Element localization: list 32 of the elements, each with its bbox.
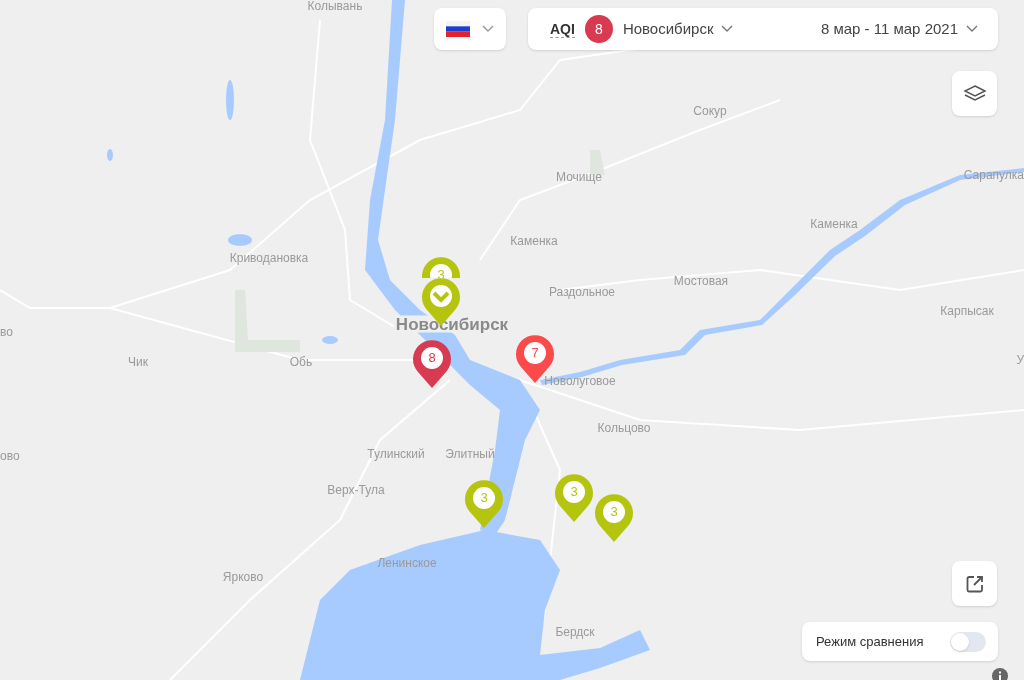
- place-label: Чик: [128, 356, 148, 368]
- place-label: Верх-Тула: [327, 484, 385, 496]
- place-label: Тулинский: [367, 448, 425, 460]
- place-label: ово: [0, 450, 20, 462]
- date-range-dropdown[interactable]: 8 мар - 11 мар 2021: [820, 17, 978, 41]
- place-label: Каменка: [810, 218, 858, 230]
- place-label: Каменка: [510, 235, 558, 247]
- place-label: Раздольное: [549, 286, 615, 298]
- map-marker[interactable]: 3: [594, 494, 634, 542]
- place-label: Элитный: [445, 448, 495, 460]
- place-label: Колывань: [307, 0, 363, 12]
- place-label: во: [0, 326, 13, 338]
- place-label: Мостовая: [673, 275, 729, 287]
- map-marker[interactable]: 3: [554, 474, 594, 522]
- place-label: Обь: [289, 356, 313, 368]
- compare-mode-label: Режим сравнения: [816, 632, 924, 651]
- place-label: Ярково: [222, 571, 264, 583]
- place-label: Бердск: [555, 626, 595, 638]
- place-label: Криводановка: [229, 252, 309, 264]
- place-label: Мочище: [556, 171, 602, 183]
- city-dropdown[interactable]: Новосибирск: [622, 17, 734, 41]
- index-label[interactable]: AQI: [550, 20, 575, 38]
- place-label: Сарапулка: [963, 169, 1024, 181]
- place-label: Ленинское: [377, 557, 437, 569]
- place-label: Сокур: [693, 105, 727, 117]
- aqi-badge: 8: [584, 15, 613, 43]
- place-label: У: [1016, 354, 1024, 366]
- place-label: Кольцово: [597, 422, 651, 434]
- place-label: Карпысак: [940, 305, 994, 317]
- place-label: Новосибирск: [393, 315, 511, 333]
- map-marker[interactable]: 8: [412, 340, 452, 388]
- map-marker[interactable]: 3: [464, 480, 504, 528]
